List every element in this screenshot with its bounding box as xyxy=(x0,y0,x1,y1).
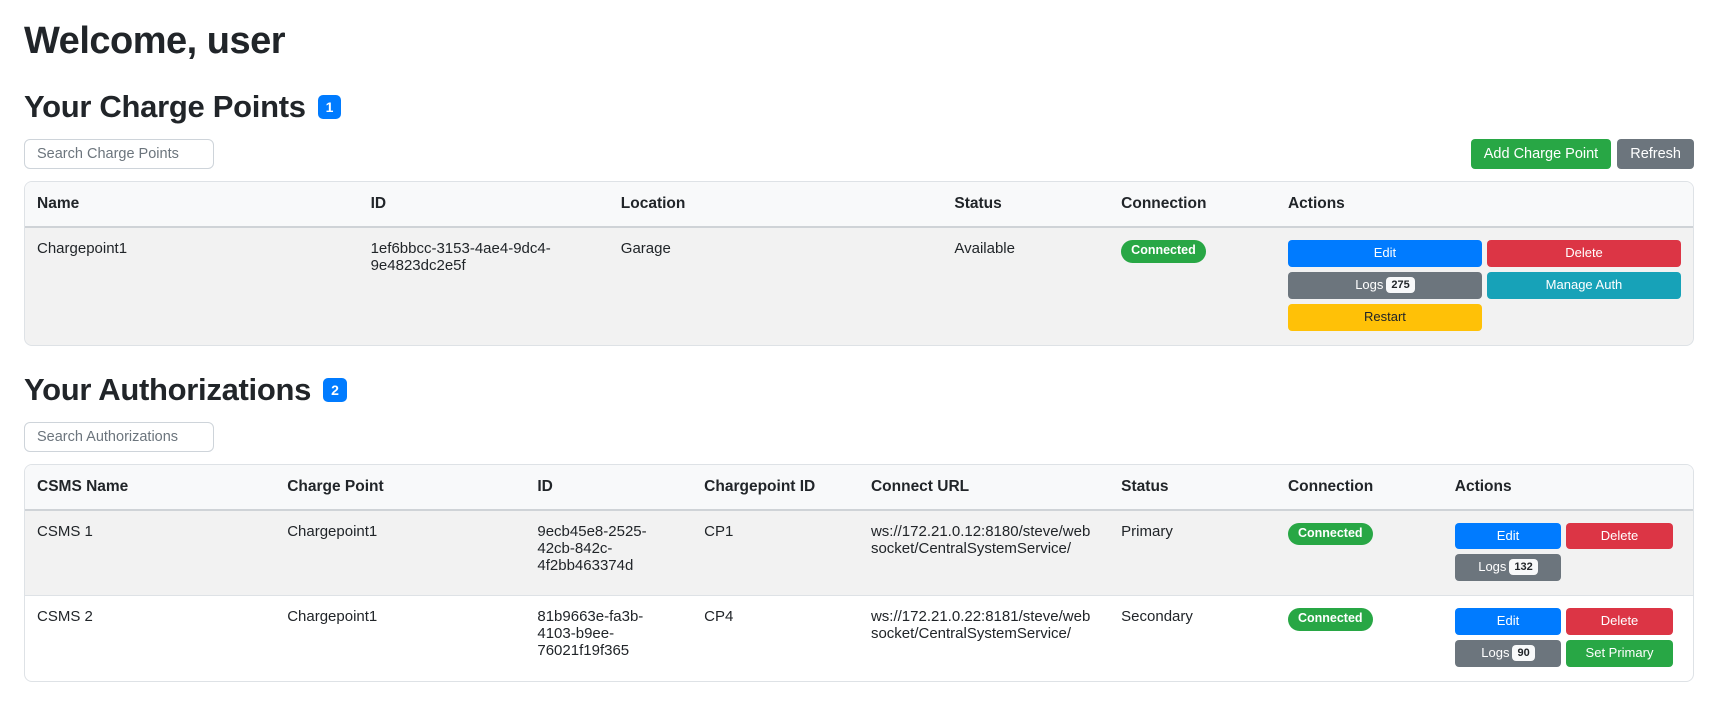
logs-button-label: Logs xyxy=(1481,645,1510,661)
column-header-csms-name: CSMS Name xyxy=(25,464,276,511)
authorizations-table: CSMS Name Charge Point ID Chargepoint ID… xyxy=(25,464,1693,681)
charge-points-heading: Your Charge Points 1 xyxy=(24,89,1694,125)
auth-charge-point: Chargepoint1 xyxy=(287,522,378,540)
column-header-actions: Actions xyxy=(1442,464,1693,511)
logs-count-badge: 132 xyxy=(1509,559,1538,576)
column-header-connection: Connection xyxy=(1275,464,1443,511)
edit-button[interactable]: Edit xyxy=(1287,240,1482,267)
add-charge-point-button[interactable]: Add Charge Point xyxy=(1470,139,1612,169)
authorizations-table-card: CSMS Name Charge Point ID Chargepoint ID… xyxy=(24,463,1694,682)
charge-points-toolbar-buttons: Add Charge Point Refresh xyxy=(1470,139,1694,169)
auth-status: Primary xyxy=(1121,522,1173,540)
auth-id: 81b9663e-fa3b-4103-b9ee-76021f19f365 xyxy=(525,595,693,681)
auth-chargepoint-id: CP4 xyxy=(692,595,859,681)
set-primary-button[interactable]: Set Primary xyxy=(1566,640,1673,667)
auth-status: Secondary xyxy=(1109,595,1276,681)
charge-point-location: Garage xyxy=(620,240,671,257)
charge-point-id: 1ef6bbcc-3153-4ae4-9dc4-9e4823dc2e5f xyxy=(370,240,551,274)
column-header-status: Status xyxy=(942,182,1110,228)
charge-point-row: Chargepoint1 1ef6bbcc-3153-4ae4-9dc4-9e4… xyxy=(25,227,1693,345)
logs-button-label: Logs xyxy=(1478,559,1507,575)
column-header-id: ID xyxy=(358,182,609,228)
column-header-status: Status xyxy=(1109,464,1276,511)
logs-button[interactable]: Logs 90 xyxy=(1454,640,1562,667)
charge-points-heading-label: Your Charge Points xyxy=(24,89,306,124)
search-authorizations-input[interactable] xyxy=(24,421,214,452)
manage-auth-button[interactable]: Manage Auth xyxy=(1486,271,1681,299)
csms-name: CSMS 2 xyxy=(25,595,276,681)
authorization-row: CSMS 1 Chargepoint1 9ecb45e8-2525-42cb-8… xyxy=(25,509,1693,596)
auth-charge-point: Chargepoint1 xyxy=(275,595,526,681)
column-header-charge-point: Charge Point xyxy=(275,464,526,511)
csms-name: CSMS 1 xyxy=(37,522,93,540)
authorizations-count-badge: 2 xyxy=(323,377,347,402)
authorization-actions: Edit Delete Logs 132 xyxy=(1454,522,1673,582)
edit-button[interactable]: Edit xyxy=(1454,522,1562,550)
auth-connect-url: ws://172.21.0.12:8180/steve/websocket/Ce… xyxy=(870,522,1091,557)
logs-count-badge: 275 xyxy=(1386,276,1415,293)
authorizations-section: Your Authorizations 2 CSMS Name Charge P… xyxy=(24,372,1694,682)
delete-button[interactable]: Delete xyxy=(1566,608,1673,636)
delete-button[interactable]: Delete xyxy=(1566,522,1673,550)
edit-button[interactable]: Edit xyxy=(1454,608,1562,636)
column-header-id: ID xyxy=(525,464,693,511)
auth-connect-url: ws://172.21.0.22:8181/steve/websocket/Ce… xyxy=(858,595,1110,681)
charge-points-table-card: Name ID Location Status Connection Actio… xyxy=(24,181,1694,346)
column-header-actions: Actions xyxy=(1275,182,1693,228)
column-header-connect-url: Connect URL xyxy=(858,464,1110,511)
column-header-connection: Connection xyxy=(1109,182,1276,228)
connection-status-badge: Connected xyxy=(1287,608,1373,631)
logs-button[interactable]: Logs 132 xyxy=(1454,554,1562,582)
auth-id: 9ecb45e8-2525-42cb-842c-4f2bb463374d xyxy=(537,522,647,574)
page-title: Welcome, user xyxy=(24,20,286,62)
logs-button-label: Logs xyxy=(1355,276,1384,292)
charge-point-name: Chargepoint1 xyxy=(37,240,128,257)
auth-chargepoint-id: CP1 xyxy=(704,522,734,540)
column-header-chargepoint-id: Chargepoint ID xyxy=(692,464,859,511)
authorizations-heading-label: Your Authorizations xyxy=(24,371,312,407)
authorization-actions: Edit Delete Logs 90 Set Primary xyxy=(1454,608,1673,667)
authorizations-heading: Your Authorizations 2 xyxy=(24,372,1694,408)
charge-point-actions: Edit Delete Logs 275 Manage Auth Restart xyxy=(1287,240,1681,331)
connection-status-badge: Connected xyxy=(1287,522,1373,546)
charge-points-count-badge: 1 xyxy=(317,95,342,119)
column-header-location: Location xyxy=(608,182,943,228)
charge-point-status: Available xyxy=(954,240,1015,257)
charge-points-section: Your Charge Points 1 Add Charge Point Re… xyxy=(24,89,1694,346)
search-charge-points-input[interactable] xyxy=(24,139,214,169)
authorizations-toolbar xyxy=(24,421,1694,452)
logs-button[interactable]: Logs 275 xyxy=(1287,271,1482,299)
column-header-name: Name xyxy=(25,182,359,228)
charge-points-header-row: Name ID Location Status Connection Actio… xyxy=(25,182,1693,228)
logs-count-badge: 90 xyxy=(1512,645,1535,662)
charge-points-table: Name ID Location Status Connection Actio… xyxy=(25,182,1693,345)
delete-button[interactable]: Delete xyxy=(1486,240,1681,267)
authorizations-header-row: CSMS Name Charge Point ID Chargepoint ID… xyxy=(25,464,1693,511)
connection-status-badge: Connected xyxy=(1121,240,1206,263)
charge-points-toolbar: Add Charge Point Refresh xyxy=(24,139,1694,169)
restart-button[interactable]: Restart xyxy=(1287,303,1482,331)
refresh-button[interactable]: Refresh xyxy=(1617,139,1694,169)
authorization-row: CSMS 2 Chargepoint1 81b9663e-fa3b-4103-b… xyxy=(25,595,1693,681)
